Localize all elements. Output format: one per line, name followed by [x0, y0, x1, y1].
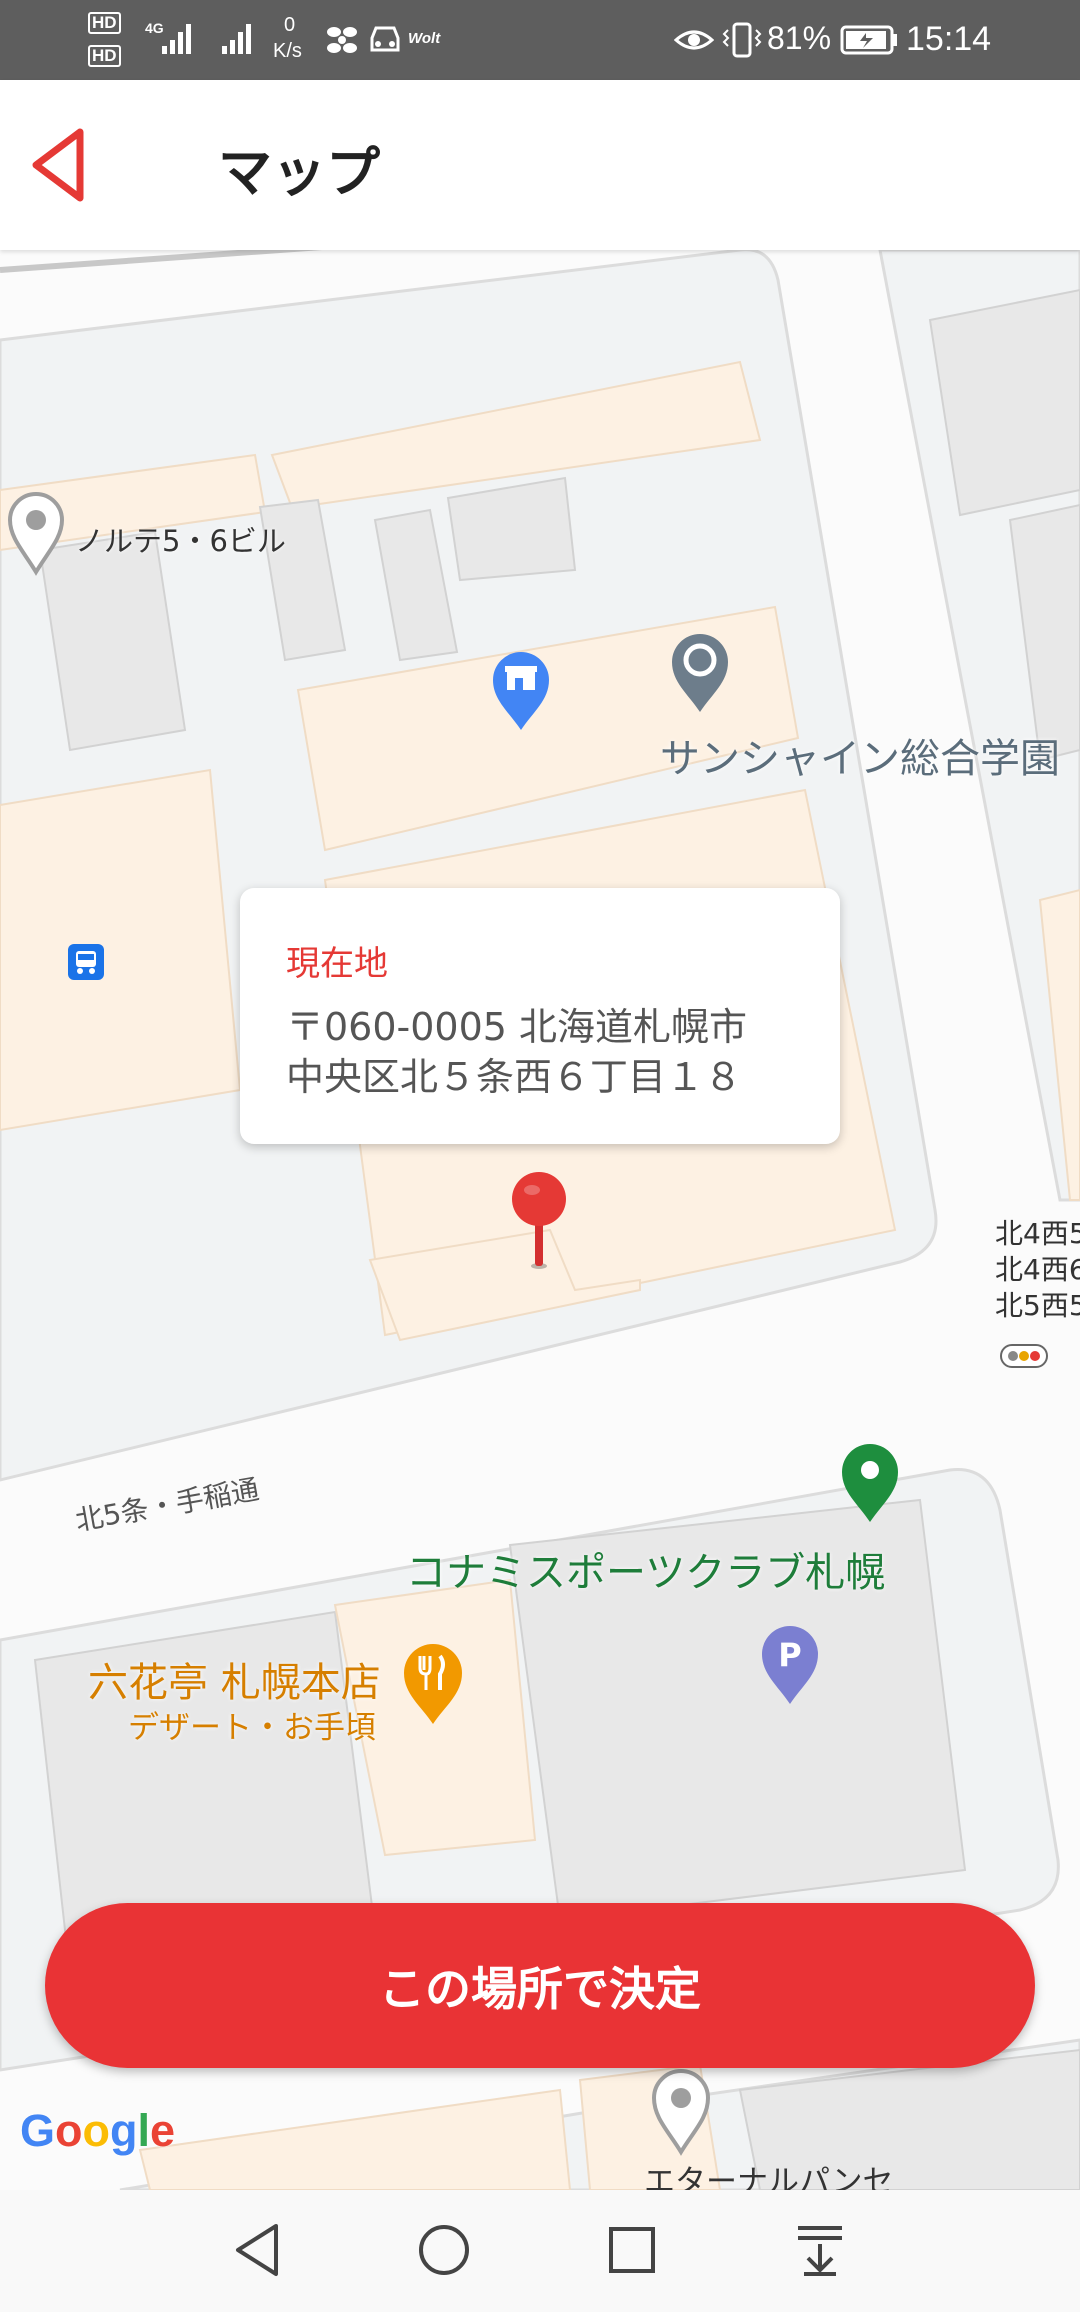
- stop-label-3: 北5西5: [995, 1289, 1080, 1322]
- system-nav-bar: [0, 2190, 1080, 2312]
- back-triangle-icon[interactable]: [28, 126, 88, 204]
- shopping-marker-icon[interactable]: [489, 648, 553, 734]
- nav-home-icon[interactable]: [414, 2220, 474, 2280]
- app-bar: [0, 80, 1080, 250]
- poi-label-norte: ノルテ5・6ビル: [75, 524, 286, 558]
- poi-label-sunshine: サンシャイン総合学園: [660, 736, 1060, 782]
- hd2-badge: HD: [88, 45, 121, 67]
- svg-text:P: P: [778, 1636, 801, 1674]
- signal-icon: [162, 24, 191, 54]
- location-pin-icon[interactable]: [508, 1170, 570, 1270]
- location-callout[interactable]: 現在地 〒060-0005 北海道札幌市 中央区北５条西６丁目１８: [240, 888, 840, 1144]
- signal-icon-2: [222, 24, 251, 54]
- car-icon: [370, 26, 400, 52]
- clock: 15:14: [906, 20, 992, 58]
- traffic-light-icon: [1000, 1344, 1048, 1368]
- callout-address-line1: 〒060-0005 北海道札幌市: [286, 1005, 748, 1049]
- net-speed-value: 0: [284, 14, 296, 36]
- nav-back-icon[interactable]: [228, 2220, 288, 2280]
- fan-icon: [327, 27, 357, 53]
- hd1-badge: HD: [88, 12, 121, 34]
- wolt-icon: Wolt: [408, 30, 441, 47]
- school-marker-icon[interactable]: [668, 630, 732, 716]
- restaurant-marker-icon[interactable]: [400, 1640, 466, 1728]
- battery-percent: 81%: [767, 20, 832, 56]
- confirm-location-button[interactable]: この場所で決定: [45, 1903, 1035, 2068]
- battery-icon: [840, 25, 897, 55]
- nav-notification-icon[interactable]: [790, 2220, 850, 2280]
- poi-marker-gray-icon[interactable]: [6, 488, 66, 578]
- callout-address-line2: 中央区北５条西６丁目１８: [286, 1055, 743, 1099]
- vibrate-icon: [722, 22, 762, 58]
- callout-heading: 現在地: [286, 944, 388, 984]
- google-logo: Google: [20, 2105, 176, 2156]
- gym-marker-icon[interactable]: [838, 1440, 902, 1526]
- bus-stop-icon[interactable]: [68, 944, 104, 980]
- poi-label-rokkatei: 六花亭 札幌本店: [88, 1660, 381, 1706]
- parking-marker-icon[interactable]: P: [758, 1622, 822, 1708]
- poi-label-eternal: エターナルパンセ: [644, 2164, 894, 2190]
- status-bar: HD HD 4G 0 K/s Wolt 81% 15:14: [0, 0, 1080, 80]
- page-title: マップ: [218, 141, 380, 204]
- map-view[interactable]: ノルテ5・6ビル サンシャイン総合学園 北4西5 北4西6 北5西5 北5条・手…: [0, 250, 1080, 2190]
- poi-label-konami: コナミスポーツクラブ札幌: [406, 1550, 886, 1596]
- poi-marker-gray-icon-2[interactable]: [650, 2066, 712, 2156]
- eye-comfort-icon: [674, 30, 714, 50]
- net-speed-unit: K/s: [273, 40, 302, 62]
- nav-recents-icon[interactable]: [602, 2220, 662, 2280]
- stop-label-1: 北4西5: [995, 1217, 1080, 1250]
- poi-sublabel-rokkatei: デザート・お手頃: [128, 1710, 376, 1746]
- stop-label-2: 北4西6: [995, 1253, 1080, 1286]
